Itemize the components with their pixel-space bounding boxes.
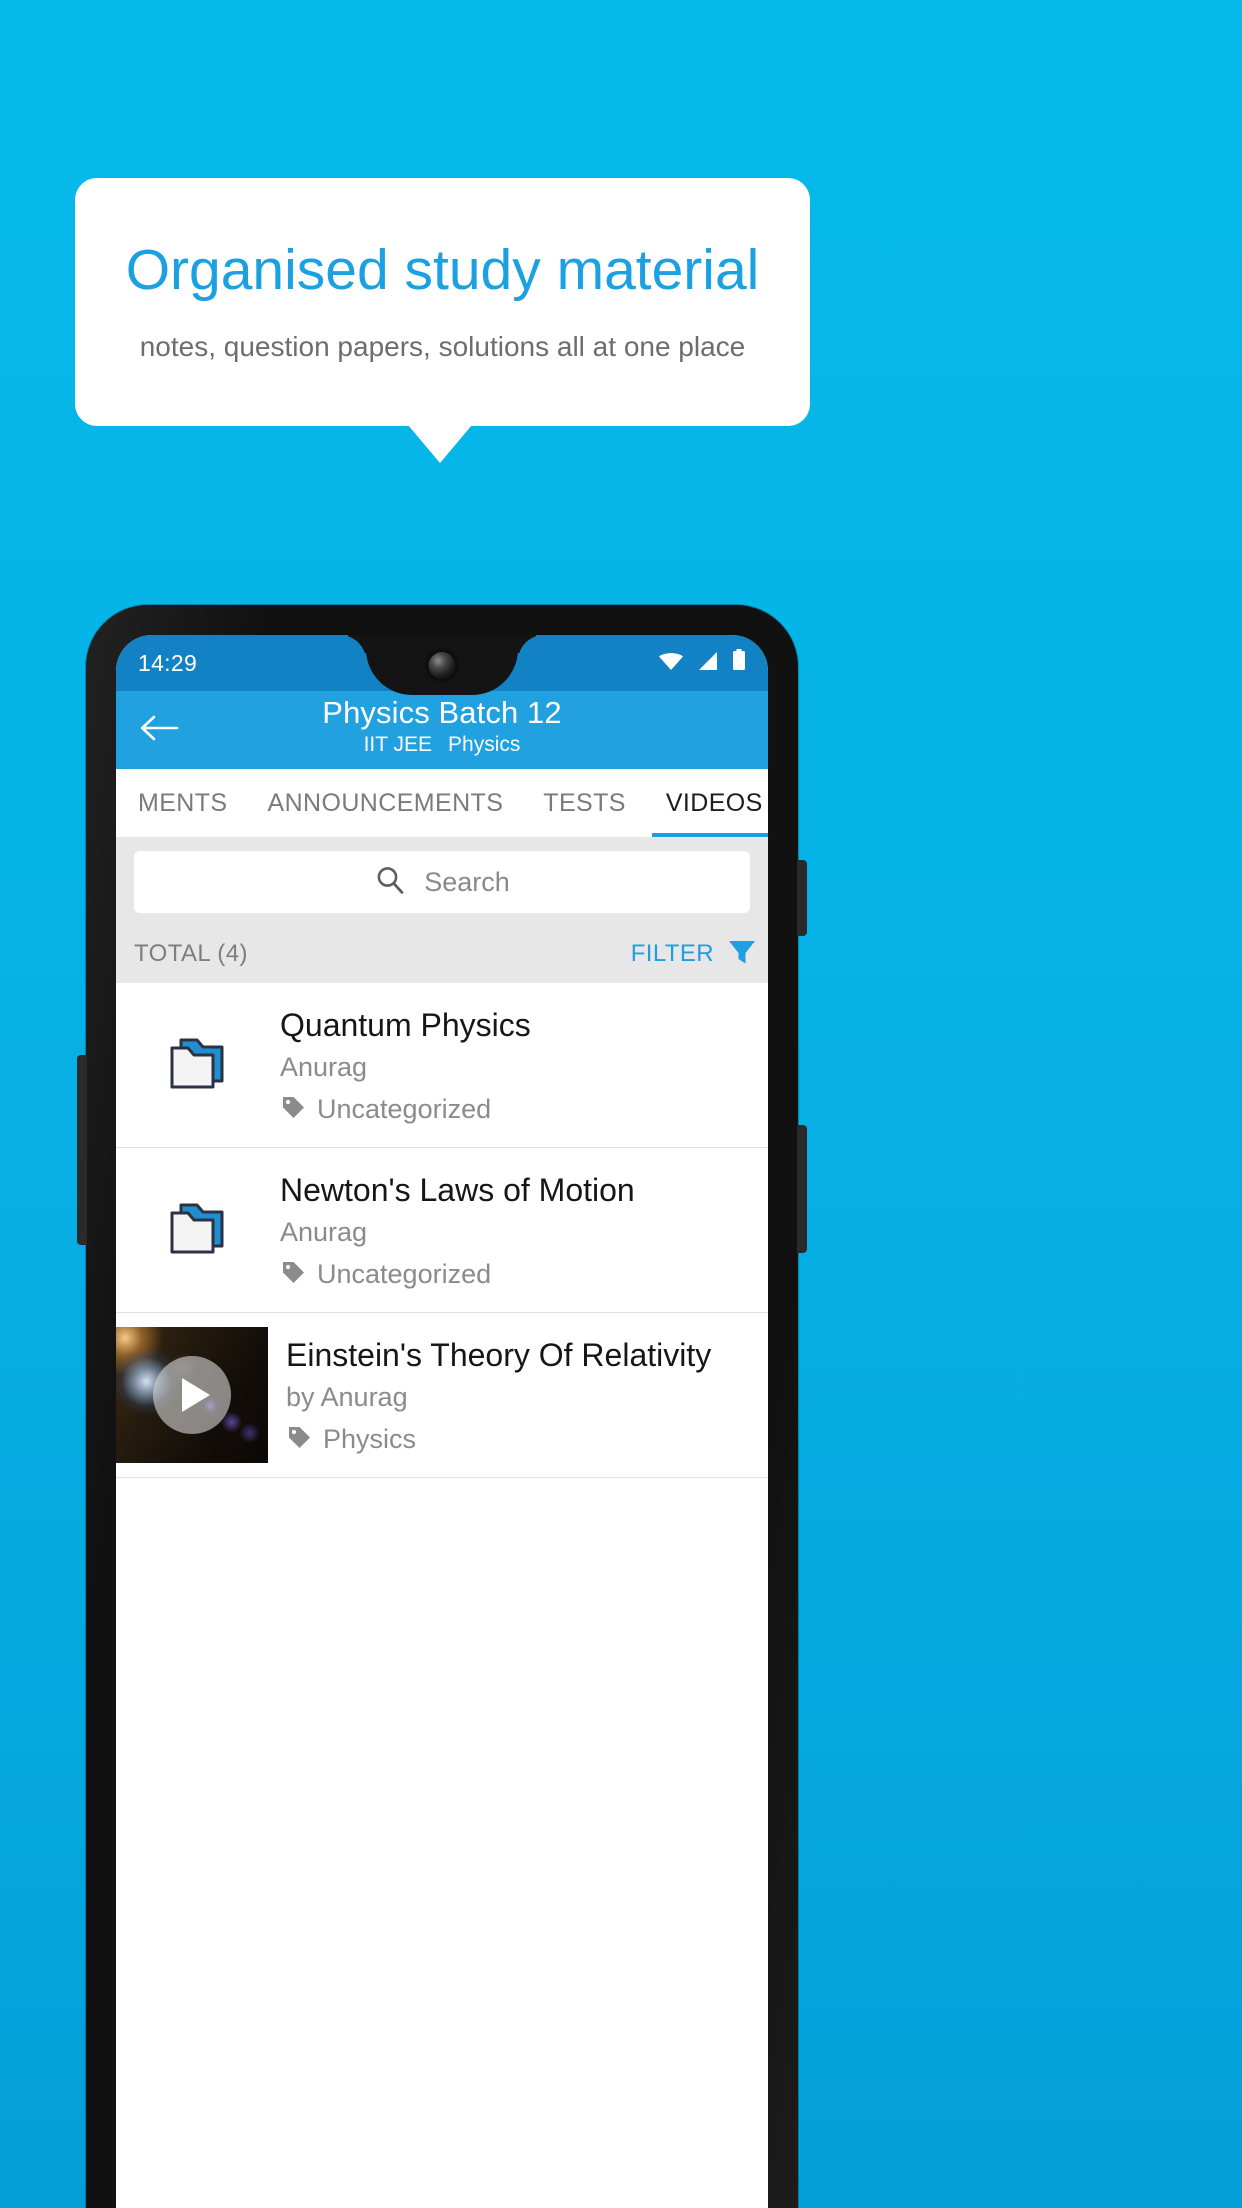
- list-item-tag: Physics: [286, 1424, 756, 1455]
- tag-icon: [286, 1424, 312, 1455]
- tab-label: VIDEOS: [665, 788, 763, 817]
- filter-button[interactable]: FILTER: [631, 936, 758, 973]
- list-item-tag-text: Uncategorized: [317, 1094, 492, 1125]
- promo-callout-bubble: Organised study material notes, question…: [75, 178, 810, 426]
- play-icon[interactable]: [153, 1356, 231, 1434]
- signal-icon: [697, 650, 719, 677]
- search-input[interactable]: Search: [134, 851, 750, 913]
- wifi-icon: [658, 650, 684, 677]
- status-bar: 14:29: [116, 635, 768, 695]
- search-zone: Search: [116, 837, 768, 925]
- breadcrumb: IIT JEE Physics: [116, 733, 768, 757]
- list-item-body: Quantum Physics Anurag Uncategorized: [280, 1005, 768, 1126]
- side-button-left[interactable]: [77, 1055, 87, 1245]
- tab-label: MENTS: [138, 788, 228, 817]
- promo-subtitle: notes, question papers, solutions all at…: [139, 330, 746, 362]
- promo-screenshot: Organised study material notes, question…: [0, 0, 1242, 2208]
- phone-mockup: 14:29 Physics Batch 12 IIT JEE Physics M…: [77, 605, 807, 2208]
- battery-icon: [732, 649, 746, 677]
- promo-title: Organised study material: [125, 238, 760, 303]
- power-button[interactable]: [797, 860, 807, 936]
- camera-notch: [366, 635, 518, 695]
- status-time: 14:29: [138, 649, 198, 676]
- front-camera: [428, 652, 456, 679]
- tab-ments[interactable]: MENTS: [138, 769, 228, 837]
- tab-tests[interactable]: TESTS: [543, 769, 626, 837]
- list-item[interactable]: Einstein's Theory Of Relativity by Anura…: [116, 1313, 768, 1478]
- list-toolbar: TOTAL (4) FILTER: [116, 925, 768, 983]
- folder-icon: [164, 1197, 232, 1264]
- search-icon: [374, 864, 406, 901]
- volume-button[interactable]: [797, 1125, 807, 1253]
- video-thumbnail[interactable]: [116, 1327, 268, 1463]
- tab-label: ANNOUNCEMENTS: [267, 788, 504, 817]
- list-item-title: Quantum Physics: [280, 1006, 531, 1043]
- breadcrumb-subject: Physics: [448, 732, 521, 756]
- list-item-tag-text: Uncategorized: [317, 1259, 492, 1290]
- tag-icon: [280, 1094, 306, 1125]
- list-item-body: Newton's Laws of Motion Anurag Uncategor…: [280, 1170, 768, 1291]
- list-item-title: Newton's Laws of Motion: [280, 1171, 635, 1208]
- list-item-icon: [116, 1197, 280, 1264]
- list-item-tag-text: Physics: [323, 1424, 417, 1455]
- tag-icon: [280, 1259, 306, 1290]
- list-item-author: by Anurag: [286, 1382, 408, 1413]
- list-item-body: Einstein's Theory Of Relativity by Anura…: [268, 1335, 768, 1456]
- list-item[interactable]: Newton's Laws of Motion Anurag Uncategor…: [116, 1148, 768, 1313]
- page-title: Physics Batch 12: [322, 695, 562, 730]
- tab-videos[interactable]: VIDEOS: [651, 769, 768, 837]
- filter-label: FILTER: [630, 940, 714, 967]
- list-item-title: Einstein's Theory Of Relativity: [286, 1336, 712, 1373]
- play-triangle: [182, 1378, 210, 1412]
- tab-label: TESTS: [543, 788, 626, 817]
- list-item[interactable]: Quantum Physics Anurag Uncategorized: [116, 983, 768, 1148]
- list-item-tag: Uncategorized: [280, 1259, 756, 1290]
- list-item-icon: [116, 1032, 280, 1099]
- app-bar-titles: Physics Batch 12 IIT JEE Physics: [116, 695, 768, 757]
- status-icons: [658, 649, 746, 677]
- content-list: Quantum Physics Anurag Uncategorized New…: [116, 983, 768, 1478]
- list-item-tag: Uncategorized: [280, 1094, 756, 1125]
- search-placeholder: Search: [424, 866, 510, 897]
- app-bar: Physics Batch 12 IIT JEE Physics: [116, 691, 768, 769]
- list-item-author: Anurag: [280, 1217, 368, 1248]
- bubble-tail: [408, 425, 472, 463]
- filter-icon: [726, 936, 758, 973]
- phone-screen: 14:29 Physics Batch 12 IIT JEE Physics M…: [116, 635, 768, 2208]
- list-item-author: Anurag: [280, 1052, 368, 1083]
- tab-bar: MENTS ANNOUNCEMENTS TESTS VIDEOS: [116, 769, 768, 837]
- folder-icon: [164, 1032, 232, 1099]
- total-count-label: TOTAL (4): [134, 940, 248, 967]
- tab-announcements[interactable]: ANNOUNCEMENTS: [268, 769, 504, 837]
- breadcrumb-exam: IIT JEE: [363, 732, 433, 756]
